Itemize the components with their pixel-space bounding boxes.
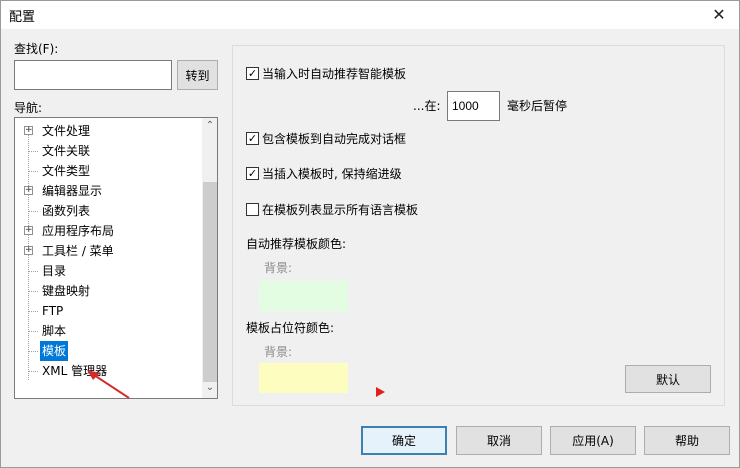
- tree-connector: [28, 291, 38, 292]
- goto-button-label: 转到: [185, 68, 210, 83]
- tree-item-app-layout[interactable]: + 应用程序布局: [15, 221, 203, 241]
- delay-prefix-label: ...在:: [413, 99, 441, 113]
- ok-button[interactable]: 确定: [361, 426, 447, 455]
- search-label: 查找(F):: [14, 42, 59, 56]
- goto-button[interactable]: 转到: [177, 60, 218, 90]
- delay-suffix-label: 毫秒后暂停: [507, 99, 568, 113]
- cancel-button-label: 取消: [486, 434, 511, 448]
- tree-connector: [28, 311, 38, 312]
- tree-item-ftp[interactable]: FTP: [15, 301, 203, 321]
- tree-item-label: 文件类型: [42, 164, 91, 178]
- title-bar: 配置 ✕: [1, 1, 739, 29]
- search-input[interactable]: [14, 60, 172, 90]
- suggest-color-label: 自动推荐模板颜色:: [246, 237, 347, 251]
- tree-connector: [28, 211, 38, 212]
- tree-item-script[interactable]: 脚本: [15, 321, 203, 341]
- scrollbar-thumb[interactable]: [203, 182, 217, 382]
- expand-plus-icon[interactable]: +: [24, 226, 33, 235]
- tree-scrollbar[interactable]: ⌃ ⌄: [202, 118, 217, 398]
- tree-connector: [28, 271, 38, 272]
- tree-item-label: 工具栏 / 菜单: [42, 244, 114, 258]
- tree-item-label: 键盘映射: [42, 284, 91, 298]
- cancel-button[interactable]: 取消: [456, 426, 542, 455]
- help-button-label: 帮助: [674, 434, 699, 448]
- window-title: 配置: [9, 10, 36, 25]
- tree-item-label: 函数列表: [42, 204, 91, 218]
- navigation-label: 导航:: [14, 101, 43, 115]
- annotation-arrow-icon: [87, 370, 130, 399]
- tree-item-directory[interactable]: 目录: [15, 261, 203, 281]
- tree-connector: [28, 171, 38, 172]
- scroll-down-icon[interactable]: ⌄: [202, 380, 217, 396]
- show-all-languages-checkbox[interactable]: [246, 203, 259, 216]
- delay-ms-input[interactable]: [447, 91, 500, 121]
- apply-button-label: 应用(A): [572, 434, 614, 448]
- red-pointer-marker: [376, 387, 385, 397]
- tree-item-file-types[interactable]: 文件类型: [15, 161, 203, 181]
- scroll-up-icon[interactable]: ⌃: [202, 118, 217, 134]
- expand-plus-icon[interactable]: +: [24, 246, 33, 255]
- config-dialog: 配置 ✕ 查找(F): 转到 导航: + 文件处理 文件关联 文件类型 + 编辑…: [0, 0, 740, 468]
- tree-connector: [28, 331, 38, 332]
- include-autocomplete-label: 包含模板到自动完成对话框: [262, 132, 407, 146]
- tree-connector: [28, 151, 38, 152]
- keep-indent-checkbox[interactable]: ✓: [246, 167, 259, 180]
- expand-plus-icon[interactable]: +: [24, 186, 33, 195]
- tree-item-toolbar-menu[interactable]: + 工具栏 / 菜单: [15, 241, 203, 261]
- tree-item-key-mapping[interactable]: 键盘映射: [15, 281, 203, 301]
- default-button[interactable]: 默认: [625, 365, 711, 393]
- tree-item-label: 模板: [40, 341, 69, 361]
- tree-connector: [28, 351, 38, 352]
- navigation-tree[interactable]: + 文件处理 文件关联 文件类型 + 编辑器显示 函数列表 + 应用程序布局 +…: [14, 117, 218, 399]
- tree-item-label: 脚本: [42, 324, 67, 338]
- tree-item-label: 编辑器显示: [42, 184, 103, 198]
- auto-suggest-label: 当输入时自动推荐智能模板: [262, 67, 407, 81]
- tree-item-label: 应用程序布局: [42, 224, 115, 238]
- tree-item-editor-display[interactable]: + 编辑器显示: [15, 181, 203, 201]
- tree-item-function-list[interactable]: 函数列表: [15, 201, 203, 221]
- include-autocomplete-checkbox[interactable]: ✓: [246, 132, 259, 145]
- expand-plus-icon[interactable]: +: [24, 126, 33, 135]
- placeholder-background-label: 背景:: [264, 345, 293, 359]
- suggest-background-label: 背景:: [264, 261, 293, 275]
- keep-indent-label: 当插入模板时, 保持缩进级: [262, 167, 402, 181]
- show-all-languages-label: 在模板列表显示所有语言模板: [262, 203, 419, 217]
- placeholder-color-label: 模板占位符颜色:: [246, 321, 335, 335]
- default-button-label: 默认: [655, 372, 680, 387]
- help-button[interactable]: 帮助: [644, 426, 730, 455]
- auto-suggest-checkbox[interactable]: ✓: [246, 67, 259, 80]
- tree-item-label: FTP: [42, 304, 64, 318]
- tree-item-file-handling[interactable]: + 文件处理: [15, 121, 203, 141]
- ok-button-label: 确定: [391, 434, 416, 448]
- suggest-color-swatch[interactable]: [259, 281, 348, 311]
- tree-item-file-association[interactable]: 文件关联: [15, 141, 203, 161]
- placeholder-color-swatch[interactable]: [259, 363, 348, 393]
- tree-item-label: 目录: [42, 264, 67, 278]
- tree-item-label: 文件处理: [42, 124, 91, 138]
- tree-item-label: 文件关联: [42, 144, 91, 158]
- tree-item-templates[interactable]: 模板: [15, 341, 203, 361]
- tree-connector: [28, 371, 38, 372]
- close-icon[interactable]: ✕: [699, 1, 739, 29]
- apply-button[interactable]: 应用(A): [550, 426, 636, 455]
